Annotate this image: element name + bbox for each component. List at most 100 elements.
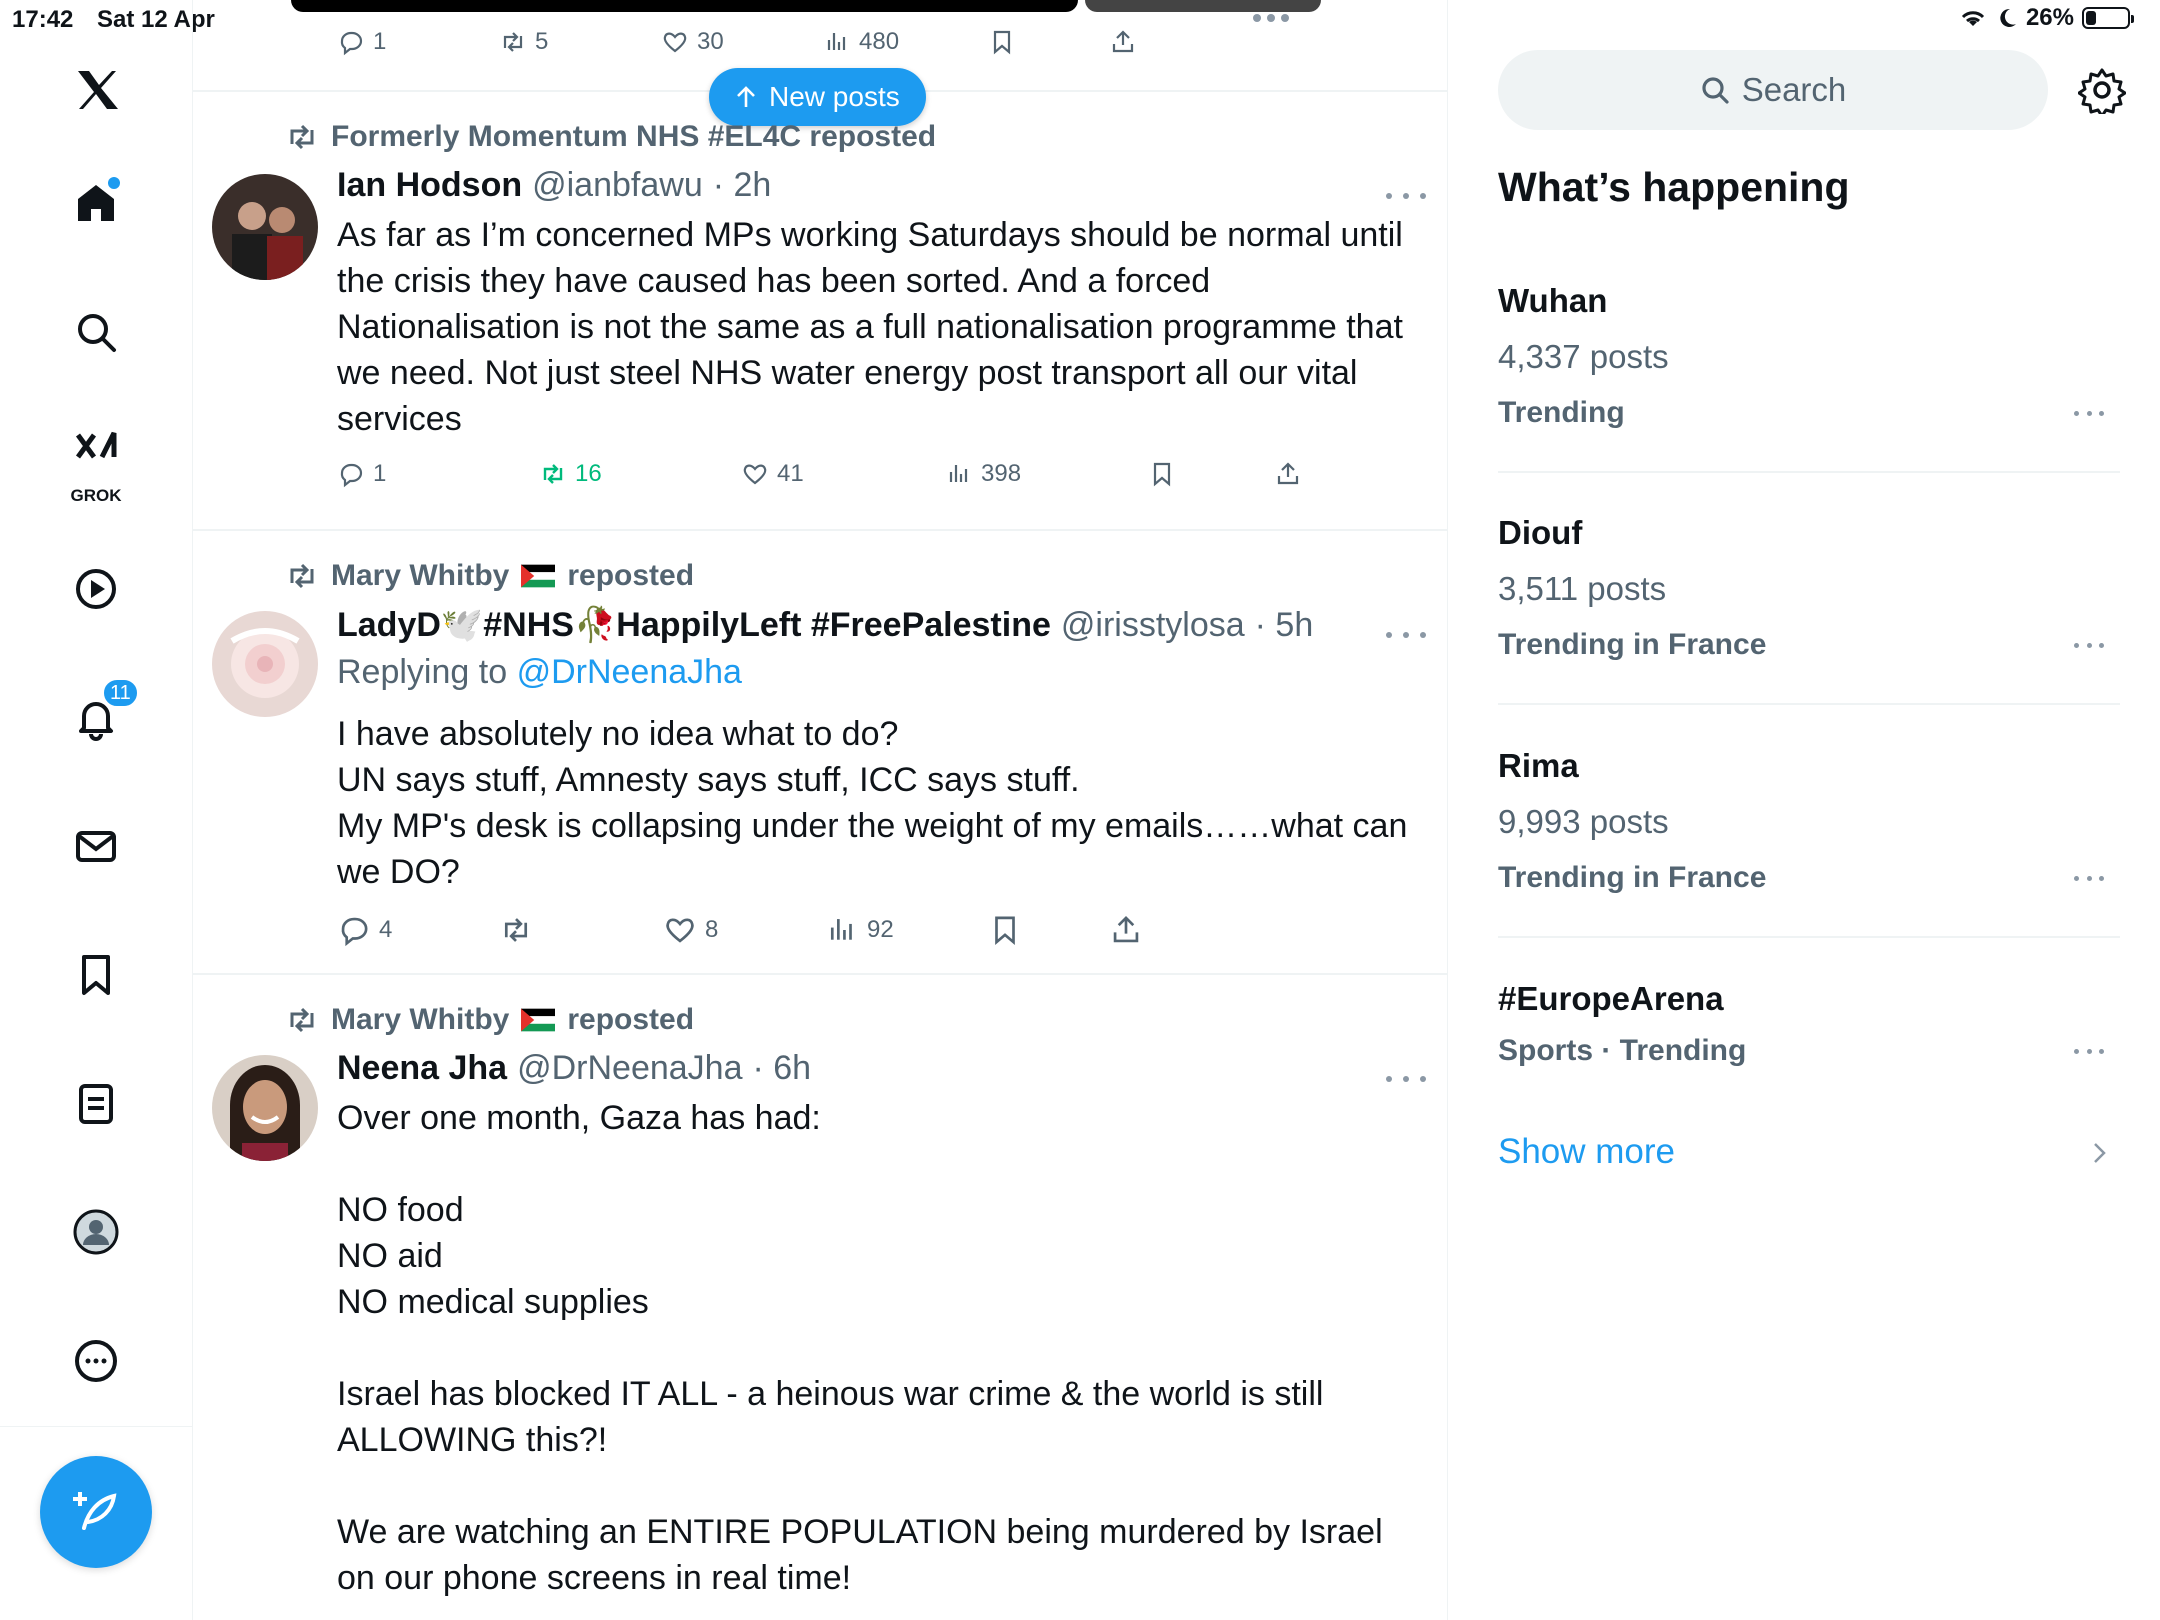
share-icon (1113, 915, 1139, 943)
trend-item[interactable]: Wuhan 4,337 posts Trending (1498, 280, 2120, 470)
author-name[interactable]: Neena Jha (337, 1049, 507, 1088)
trend-divider (1498, 703, 2120, 705)
like-button[interactable]: 8 (663, 913, 718, 947)
trend-name: #EuropeArena (1498, 980, 1724, 1017)
share-button[interactable] (1274, 460, 1302, 488)
trend-item[interactable]: Rima 9,993 posts Trending in France (1498, 745, 2120, 935)
nav-explore[interactable] (48, 284, 144, 380)
home-timeline[interactable]: 1 5 30 480 New posts Formerly Momentum N… (193, 0, 1448, 1620)
repost-by: Formerly Momentum NHS #EL4C reposted (331, 120, 937, 153)
repost-context[interactable]: Formerly Momentum NHS #EL4C reposted (285, 120, 936, 154)
trend-more-button[interactable] (2074, 1046, 2104, 1056)
palestine-flag-icon (521, 564, 556, 588)
views-button[interactable]: 92 (825, 913, 894, 947)
reply-button[interactable]: 1 (337, 28, 386, 56)
trend-divider (1498, 471, 2120, 473)
avatar[interactable] (212, 1055, 318, 1161)
gear-icon[interactable] (2078, 66, 2126, 114)
trend-name: Wuhan (1498, 282, 1608, 319)
trend-more-button[interactable] (2074, 873, 2104, 883)
trend-more-button[interactable] (2074, 640, 2104, 650)
repost-icon (290, 124, 314, 150)
trend-name: Diouf (1498, 514, 1583, 551)
like-count: 30 (697, 28, 724, 55)
author-handle[interactable]: @ianbfawu (532, 166, 703, 205)
post-actions: 1 16 41 398 (193, 460, 1447, 510)
trend-context: Trending (1498, 396, 1625, 429)
share-icon (1112, 30, 1134, 53)
nav-lists[interactable] (48, 1056, 144, 1152)
post-time[interactable]: · 5h (1255, 606, 1314, 645)
views-icon (830, 919, 852, 940)
repost-button[interactable] (499, 913, 541, 947)
repost-button[interactable]: 5 (499, 28, 548, 56)
bookmark-button[interactable] (988, 913, 1022, 947)
post-more-button[interactable] (1386, 1069, 1426, 1089)
post-ian-hodson[interactable]: Formerly Momentum NHS #EL4C reposted Ian… (193, 92, 1447, 531)
repost-suffix: reposted (567, 1003, 695, 1036)
bookmark-icon (82, 955, 110, 995)
nav-grok[interactable]: GROK (48, 412, 144, 508)
drag-handle[interactable] (1253, 14, 1289, 22)
nav-home[interactable] (48, 155, 144, 251)
nav-messages[interactable] (48, 798, 144, 894)
notifications-badge: 11 (102, 678, 139, 708)
nav-profile[interactable] (48, 1184, 144, 1280)
lists-icon (79, 1084, 113, 1124)
post-text: Over one month, Gaza has had: NO food NO… (337, 1099, 1383, 1597)
views-icon (827, 33, 846, 50)
nav-notifications[interactable]: 11 (48, 670, 144, 766)
author-name[interactable]: LadyD🕊️#NHS🥀HappilyLeft #FreePalestine (337, 605, 1051, 645)
avatar[interactable] (212, 611, 318, 717)
views-button[interactable]: 480 (823, 28, 899, 56)
author-handle[interactable]: @DrNeenaJha (517, 1049, 742, 1088)
views-icon (949, 465, 968, 482)
media-preview-right[interactable] (1085, 0, 1321, 12)
grok-icon (75, 431, 117, 459)
reply-count: 1 (373, 460, 387, 487)
reply-button[interactable]: 4 (337, 913, 392, 947)
author-handle[interactable]: @irisstylosa (1061, 606, 1245, 645)
repost-button[interactable]: 16 (539, 460, 602, 488)
post-more-button[interactable] (1386, 625, 1426, 645)
x-logo-icon[interactable] (48, 42, 144, 138)
repost-by: Mary Whitby (331, 559, 510, 592)
bookmark-button[interactable] (1148, 460, 1176, 488)
bookmark-button[interactable] (988, 28, 1016, 56)
post-more-button[interactable] (1386, 186, 1426, 206)
video-icon (76, 569, 116, 609)
trend-item[interactable]: Diouf 3,511 posts Trending in France (1498, 512, 2120, 702)
nav-more[interactable] (48, 1313, 144, 1409)
replying-to-link[interactable]: @DrNeenaJha (517, 653, 742, 691)
post-ladyd[interactable]: Mary Whitby reposted LadyD🕊️#NHS🥀Happily… (193, 531, 1447, 975)
show-more-link[interactable]: Show more (1498, 1132, 1675, 1172)
trend-more-button[interactable] (2074, 408, 2104, 418)
like-count: 41 (777, 460, 804, 487)
post-neena-jha[interactable]: Mary Whitby reposted Neena Jha @DrNeenaJ… (193, 975, 1447, 1620)
post-time[interactable]: · 6h (753, 1049, 812, 1088)
nav-bookmarks[interactable] (48, 927, 144, 1023)
repost-context[interactable]: Mary Whitby reposted (285, 559, 694, 593)
post-time[interactable]: · 2h (713, 166, 772, 205)
palestine-flag-icon (521, 1008, 556, 1032)
search-input[interactable]: Search (1498, 50, 2048, 130)
post-header: Ian Hodson @ianbfawu · 2h (337, 166, 771, 205)
nav-video[interactable] (48, 541, 144, 637)
media-preview-left[interactable] (291, 0, 1078, 12)
whats-happening-title: What’s happening (1498, 164, 1850, 210)
compose-button[interactable] (40, 1456, 152, 1568)
search-icon (1702, 77, 1729, 104)
views-button[interactable]: 398 (945, 460, 1021, 488)
post-actions: 4 8 92 (193, 913, 1447, 963)
share-button[interactable] (1109, 913, 1143, 947)
reply-button[interactable]: 1 (337, 460, 386, 488)
like-button[interactable]: 41 (741, 460, 804, 488)
post-header: Neena Jha @DrNeenaJha · 6h (337, 1049, 811, 1088)
like-button[interactable]: 30 (661, 28, 724, 56)
repost-context[interactable]: Mary Whitby reposted (285, 1003, 694, 1037)
avatar[interactable] (212, 174, 318, 280)
trend-item[interactable]: #EuropeArena Sports · Trending (1498, 978, 2120, 1098)
share-button[interactable] (1109, 28, 1137, 56)
author-name[interactable]: Ian Hodson (337, 166, 522, 205)
repost-icon (503, 32, 523, 52)
